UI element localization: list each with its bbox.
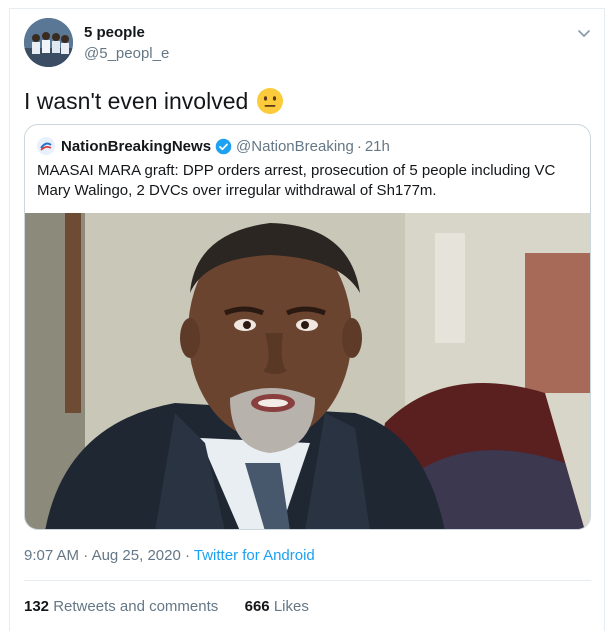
tweet-meta: 9:07 AM · Aug 25, 2020 · Twitter for And… [24, 547, 315, 564]
author-handle[interactable]: @5_peopl_e [84, 45, 169, 62]
quoted-time[interactable]: 21h [365, 138, 390, 155]
author-avatar[interactable] [24, 18, 73, 67]
likes-label[interactable]: Likes [274, 598, 309, 615]
author-name[interactable]: 5 people [84, 24, 145, 41]
meta-separator: · [184, 547, 190, 564]
man-portrait-photo-icon[interactable] [25, 213, 591, 530]
tweet-stats: 132 Retweets and comments 666 Likes [24, 598, 309, 615]
tweet-text-row: I wasn't even involved [24, 87, 284, 115]
quoted-tweet-header: NationBreakingNews @NationBreaking · 21h [37, 137, 390, 155]
likes-count[interactable]: 666 [245, 598, 270, 615]
quoted-author-name[interactable]: NationBreakingNews [61, 138, 211, 155]
chevron-down-icon[interactable] [576, 25, 592, 41]
quoted-tweet-text: MAASAI MARA graft: DPP orders arrest, pr… [37, 162, 556, 199]
quoted-author-handle[interactable]: @NationBreaking [236, 138, 354, 155]
nation-logo-icon [37, 137, 55, 155]
retweets-count[interactable]: 132 [24, 598, 49, 615]
retweets-label[interactable]: Retweets and comments [53, 598, 218, 615]
neutral-face-emoji-icon [257, 88, 284, 114]
group-photo-avatar-icon [24, 18, 73, 67]
quoted-tweet[interactable]: NationBreakingNews @NationBreaking · 21h… [24, 124, 591, 530]
verified-badge-icon [215, 138, 232, 154]
stats-divider [24, 580, 591, 581]
quoted-separator: · [356, 137, 362, 155]
tweet-source-link[interactable]: Twitter for Android [194, 547, 315, 564]
tweet-date[interactable]: Aug 25, 2020 [92, 547, 181, 564]
tweet-time[interactable]: 9:07 AM [24, 547, 79, 564]
meta-separator: · [83, 547, 89, 564]
tweet-text: I wasn't even involved [24, 87, 249, 114]
